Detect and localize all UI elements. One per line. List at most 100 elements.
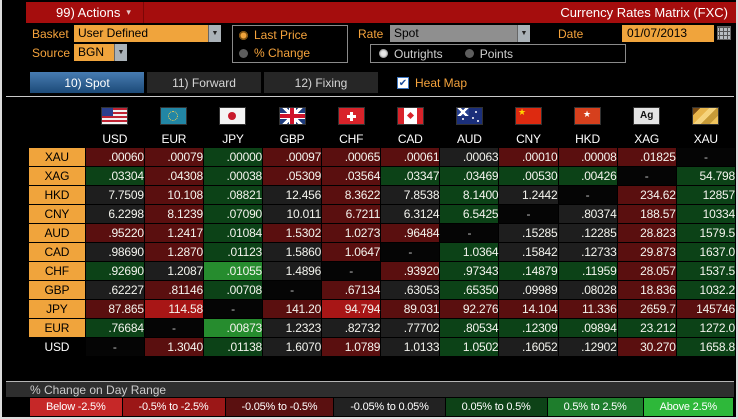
rate-cell[interactable]: .16052 (499, 338, 558, 356)
rate-cell[interactable]: .98690 (85, 243, 144, 261)
rate-cell[interactable]: 1032.2 (676, 281, 735, 299)
rate-cell[interactable]: 1.0364 (440, 243, 499, 261)
rate-cell[interactable]: - (381, 243, 440, 261)
rate-cell[interactable]: 6.3124 (381, 205, 440, 223)
rate-cell[interactable]: .01123 (203, 243, 262, 261)
rate-cell[interactable]: 188.57 (617, 205, 676, 223)
rate-cell[interactable]: - (322, 262, 381, 280)
rate-cell[interactable]: .97343 (440, 262, 499, 280)
rate-cell[interactable]: 28.057 (617, 262, 676, 280)
rate-cell[interactable]: .14879 (499, 262, 558, 280)
chevron-down-icon[interactable]: ▼ (517, 25, 530, 42)
rate-cell[interactable]: .00426 (558, 167, 617, 185)
rate-cell[interactable]: .12309 (499, 319, 558, 337)
rate-cell[interactable]: .09989 (499, 281, 558, 299)
rate-cell[interactable]: .76684 (85, 319, 144, 337)
rate-cell[interactable]: .93920 (381, 262, 440, 280)
rate-cell[interactable]: .09894 (558, 319, 617, 337)
rate-cell[interactable]: - (85, 338, 144, 356)
rate-cell[interactable]: 1.2087 (144, 262, 203, 280)
rate-cell[interactable]: 1.2417 (144, 224, 203, 242)
rate-cell[interactable]: .05309 (263, 167, 321, 185)
rate-cell[interactable]: .01084 (203, 224, 262, 242)
column-header-usd[interactable]: USD (86, 101, 144, 147)
rate-cell[interactable]: - (558, 186, 617, 204)
rate-cell[interactable]: .80374 (558, 205, 617, 223)
rate-cell[interactable]: 18.836 (617, 281, 676, 299)
rate-cell[interactable]: 1.0133 (381, 338, 440, 356)
rate-cell[interactable]: .11959 (558, 262, 617, 280)
column-header-cad[interactable]: CAD (381, 101, 439, 147)
rate-cell[interactable]: 87.865 (85, 300, 144, 318)
rate-cell[interactable]: .00530 (499, 167, 558, 185)
rate-cell[interactable]: .00008 (558, 148, 617, 166)
rate-cell[interactable]: 6.7211 (322, 205, 380, 223)
row-header-aud[interactable]: AUD (29, 224, 85, 242)
rate-cell[interactable]: .15842 (499, 243, 558, 261)
rate-cell[interactable]: 7.7509 (85, 186, 144, 204)
row-header-jpy[interactable]: JPY (29, 300, 85, 318)
rate-cell[interactable]: .00061 (381, 148, 440, 166)
rate-cell[interactable]: .80534 (440, 319, 499, 337)
rate-cell[interactable]: 1.0647 (322, 243, 380, 261)
rate-cell[interactable]: - (203, 300, 263, 318)
row-header-usd[interactable]: USD (29, 338, 85, 356)
rate-cell[interactable]: .03564 (322, 167, 380, 185)
rate-cell[interactable]: .00010 (499, 148, 558, 166)
rate-cell[interactable]: .00000 (203, 148, 262, 166)
rate-cell[interactable]: - (263, 281, 322, 299)
rate-cell[interactable]: 1658.8 (676, 338, 735, 356)
rate-cell[interactable]: .00708 (203, 281, 262, 299)
chevron-down-icon[interactable]: ▼ (114, 44, 127, 61)
rate-cell[interactable]: 89.031 (381, 300, 440, 318)
column-header-chf[interactable]: CHF (322, 101, 380, 147)
rate-cell[interactable]: .08028 (558, 281, 617, 299)
rate-cell[interactable]: 29.873 (617, 243, 676, 261)
rate-cell[interactable]: 14.104 (499, 300, 558, 318)
source-dropdown[interactable]: BGN ▼ (74, 44, 127, 61)
rate-cell[interactable]: 1.2323 (263, 319, 321, 337)
rate-cell[interactable]: .03347 (381, 167, 440, 185)
rate-cell[interactable]: 94.794 (322, 300, 380, 318)
rate-cell[interactable]: 12857 (676, 186, 735, 204)
rate-cell[interactable]: 6.2298 (85, 205, 144, 223)
column-header-xau[interactable]: XAU (677, 101, 735, 147)
rate-cell[interactable]: .95220 (85, 224, 144, 242)
rate-cell[interactable]: .81146 (144, 281, 203, 299)
rate-cell[interactable]: 114.58 (144, 300, 203, 318)
column-header-aud[interactable]: AUD (440, 101, 498, 147)
rate-cell[interactable]: .07090 (203, 205, 262, 223)
actions-menu-button[interactable]: 99) Actions ▾ (26, 2, 144, 23)
rate-cell[interactable]: .12733 (558, 243, 617, 261)
rate-cell[interactable]: .01055 (203, 262, 262, 280)
rate-cell[interactable]: - (440, 224, 499, 242)
rate-cell[interactable]: 1579.5 (676, 224, 735, 242)
rate-cell[interactable]: .92690 (85, 262, 144, 280)
rate-dropdown[interactable]: Spot ▼ (390, 25, 530, 42)
rate-cell[interactable]: .01138 (203, 338, 262, 356)
chevron-down-icon[interactable]: ▼ (208, 25, 221, 42)
rate-cell[interactable]: .01825 (617, 148, 676, 166)
rate-cell[interactable]: 141.20 (263, 300, 321, 318)
rate-cell[interactable]: 1.2442 (499, 186, 558, 204)
rate-cell[interactable]: 234.62 (617, 186, 676, 204)
rate-cell[interactable]: .03304 (85, 167, 144, 185)
rate-cell[interactable]: 2659.7 (617, 300, 676, 318)
heat-map-checkbox[interactable]: ✔ Heat Map (397, 72, 467, 93)
rate-cell[interactable]: 1.5302 (263, 224, 321, 242)
rate-cell[interactable]: .00097 (263, 148, 321, 166)
rate-cell[interactable]: 1.4896 (263, 262, 321, 280)
rate-cell[interactable]: 10334 (676, 205, 735, 223)
rate-cell[interactable]: - (499, 205, 558, 223)
rate-cell[interactable]: 7.8538 (381, 186, 440, 204)
row-header-eur[interactable]: EUR (29, 319, 85, 337)
rate-cell[interactable]: .96484 (381, 224, 440, 242)
rate-cell[interactable]: .03469 (440, 167, 499, 185)
row-header-cad[interactable]: CAD (29, 243, 85, 261)
rate-cell[interactable]: .00038 (203, 167, 262, 185)
tab-12-fixing[interactable]: 12) Fixing (264, 72, 378, 93)
row-header-cny[interactable]: CNY (29, 205, 85, 223)
rate-cell[interactable]: 1.0789 (322, 338, 380, 356)
rate-cell[interactable]: 6.5425 (440, 205, 499, 223)
column-header-hkd[interactable]: HKD (559, 101, 617, 147)
